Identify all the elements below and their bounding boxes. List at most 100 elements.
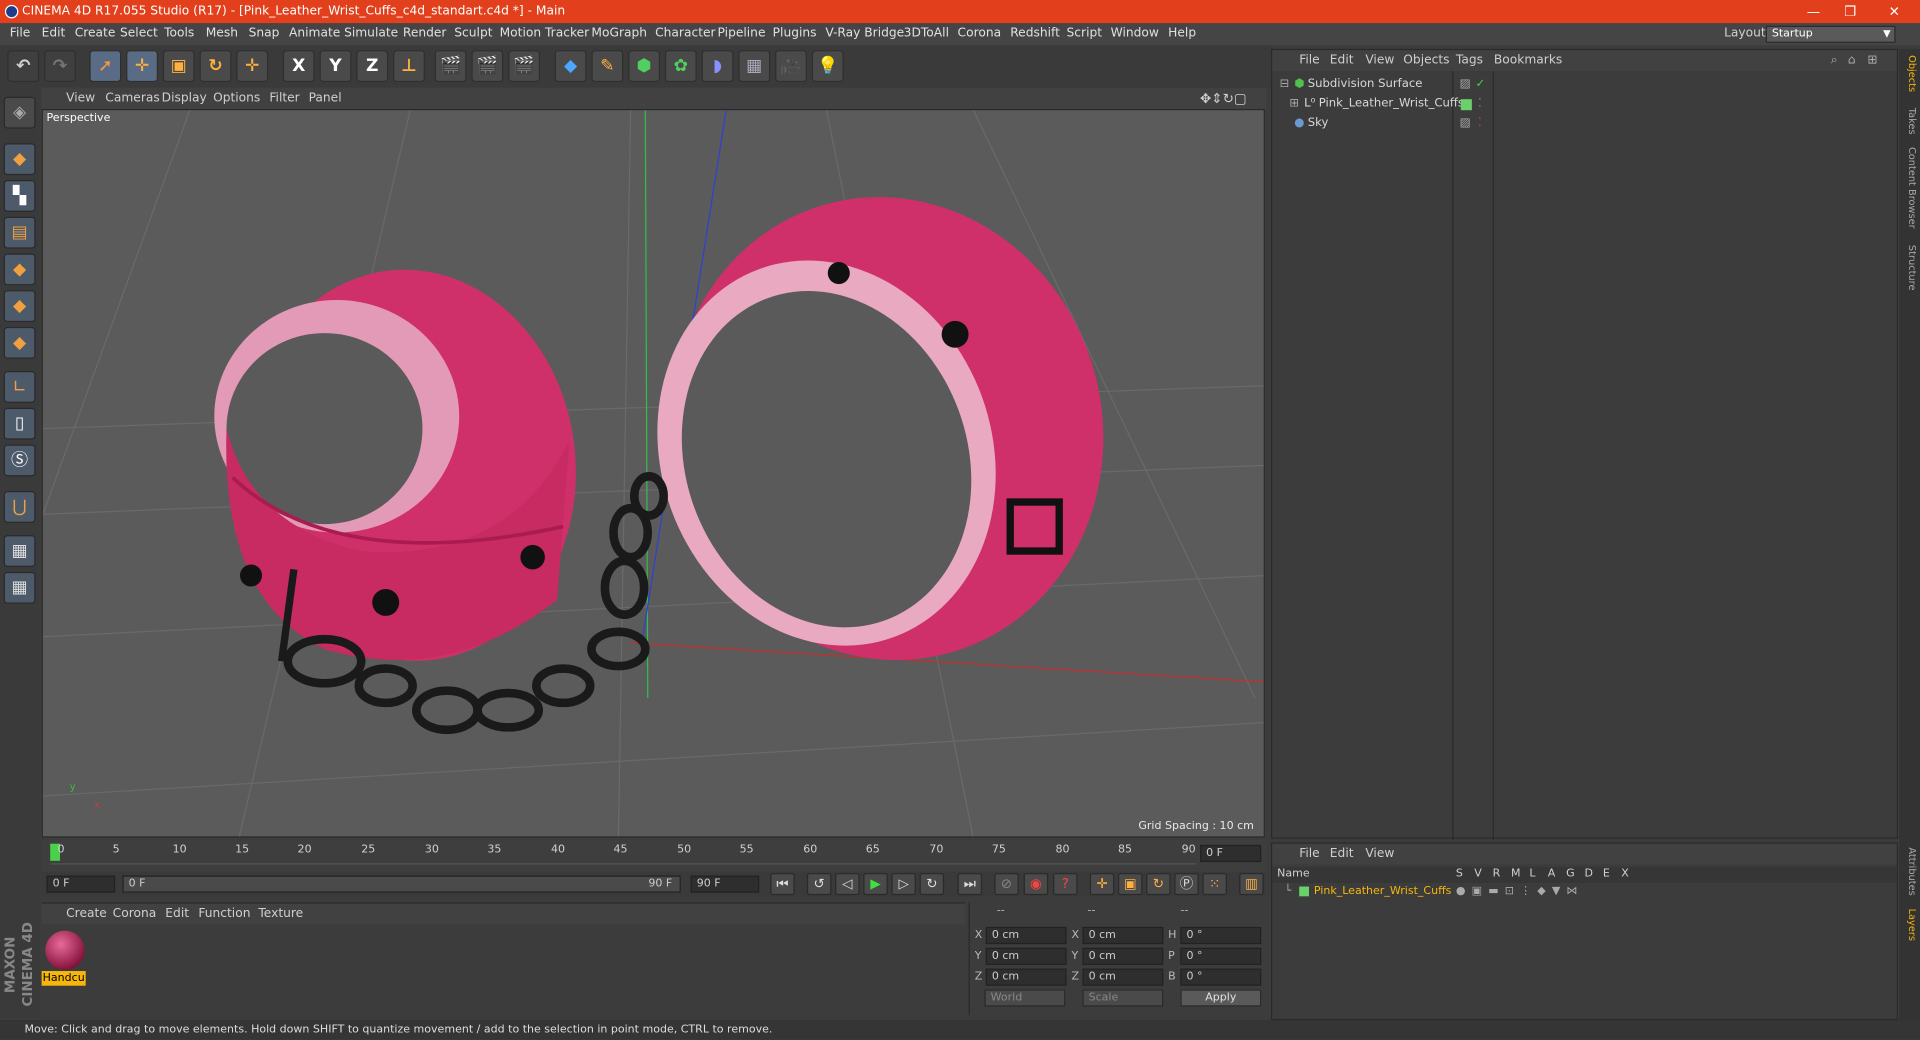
live-selection-button[interactable]: ➚ bbox=[89, 50, 122, 83]
polygons-mode-button[interactable]: ◆ bbox=[3, 326, 36, 359]
viewport-menu-cameras[interactable]: Cameras bbox=[105, 88, 159, 109]
size-x-field[interactable]: 0 cm bbox=[1082, 926, 1164, 945]
current-frame-field[interactable]: 0 F bbox=[1200, 844, 1262, 863]
coordinate-system-button[interactable]: ⊥ bbox=[393, 50, 425, 83]
tab-objects[interactable]: Objects bbox=[1902, 55, 1918, 92]
material-preview[interactable] bbox=[45, 930, 85, 970]
layer-menu-view[interactable]: View bbox=[1365, 844, 1394, 865]
maximize-button[interactable]: ❐ bbox=[1832, 0, 1869, 23]
menu-script[interactable]: Script bbox=[1067, 23, 1103, 45]
object-row-subdivision-surface[interactable]: ⊟ ⬢ Subdivision Surface ▨ ✓ bbox=[1277, 75, 1895, 93]
key-position-button[interactable]: ✛ bbox=[1089, 873, 1115, 896]
menu-mograph[interactable]: MoGraph bbox=[591, 23, 647, 45]
menu-file[interactable]: File bbox=[10, 23, 30, 45]
cube-button[interactable]: ◆ bbox=[554, 50, 587, 83]
menu-select[interactable]: Select bbox=[120, 23, 158, 45]
size-mode-select[interactable]: Scale bbox=[1082, 989, 1164, 1007]
layer-color-chip[interactable] bbox=[1460, 99, 1472, 111]
viewport-menu-panel[interactable]: Panel bbox=[309, 88, 342, 109]
pos-x-field[interactable]: 0 cm bbox=[985, 926, 1067, 945]
menu-pipeline[interactable]: Pipeline bbox=[718, 23, 766, 45]
object-menu-edit[interactable]: Edit bbox=[1330, 50, 1354, 71]
expand-toggle-icon[interactable]: ⊟ bbox=[1280, 75, 1290, 93]
expand-toggle-icon[interactable]: ⊞ bbox=[1289, 94, 1299, 112]
close-button[interactable]: ✕ bbox=[1876, 0, 1913, 23]
light-button[interactable]: 💡 bbox=[811, 50, 844, 83]
pos-y-field[interactable]: 0 cm bbox=[985, 947, 1067, 965]
next-key-button[interactable]: ↻ bbox=[919, 873, 945, 896]
viewport-menu-display[interactable]: Display bbox=[162, 88, 207, 109]
visibility-icon[interactable]: ▨ bbox=[1460, 114, 1471, 132]
layer-row[interactable]: └ Pink_Leather_Wrist_Cuffs ●▣▬⊡⋮◆▼⋈ bbox=[1272, 884, 1896, 900]
material-name-label[interactable]: Handcu bbox=[41, 971, 86, 986]
menu-redshift[interactable]: Redshift bbox=[1010, 23, 1060, 45]
menu-motion-tracker[interactable]: Motion Tracker bbox=[500, 23, 590, 45]
axis-mode-button[interactable]: ∟ bbox=[3, 371, 36, 403]
menu-tools[interactable]: Tools bbox=[164, 23, 194, 45]
timeline-ruler[interactable]: 0 5 10 15 20 25 30 35 40 45 50 55 60 65 … bbox=[41, 840, 1267, 872]
z-axis-button[interactable]: Z bbox=[356, 50, 389, 83]
menu-snap[interactable]: Snap bbox=[249, 23, 280, 45]
layer-menu-file[interactable]: File bbox=[1299, 844, 1319, 865]
menu-window[interactable]: Window bbox=[1111, 23, 1159, 45]
viewport-nav-icons[interactable]: ✥⇕↻▢ bbox=[1200, 88, 1247, 109]
menu-corona[interactable]: Corona bbox=[958, 23, 1002, 45]
menu-simulate[interactable]: Simulate bbox=[344, 23, 398, 45]
play-button[interactable]: ▶ bbox=[863, 873, 888, 896]
rotate-tool-button[interactable]: ↻ bbox=[199, 50, 232, 83]
cloner-button[interactable]: ✿ bbox=[664, 50, 697, 83]
menu-help[interactable]: Help bbox=[1168, 23, 1196, 45]
menu-render[interactable]: Render bbox=[403, 23, 447, 45]
menu-3dtoall[interactable]: 3DToAll bbox=[904, 23, 949, 45]
recent-tool-button[interactable]: ✛ bbox=[236, 50, 269, 83]
object-menu-view[interactable]: View bbox=[1365, 50, 1394, 71]
menu-mesh[interactable]: Mesh bbox=[206, 23, 238, 45]
deformer-button[interactable]: ◗ bbox=[701, 50, 734, 83]
next-frame-button[interactable]: ▷ bbox=[891, 873, 916, 896]
object-row-pink-leather-wrist-cuffs[interactable]: ⊞ L⁰ Pink_Leather_Wrist_Cuffs ⁚ bbox=[1277, 94, 1895, 112]
key-scale-button[interactable]: ▣ bbox=[1117, 873, 1143, 896]
expand-icon[interactable]: ⊞ bbox=[1867, 50, 1877, 71]
tweak-mode-button[interactable]: ▯ bbox=[3, 407, 36, 440]
model-mode-button[interactable]: ◆ bbox=[3, 143, 36, 176]
rot-h-field[interactable]: 0 ° bbox=[1180, 926, 1262, 945]
goto-start-button[interactable]: ⏮ bbox=[770, 873, 795, 896]
viewport-menu-options[interactable]: Options bbox=[213, 88, 260, 109]
layer-flag-icons[interactable]: ●▣▬⊡⋮◆▼⋈ bbox=[1456, 884, 1584, 900]
pen-spline-button[interactable]: ✎ bbox=[591, 50, 624, 83]
tab-content-browser[interactable]: Content Browser bbox=[1902, 147, 1918, 229]
subdivision-surface-button[interactable]: ⬢ bbox=[628, 50, 661, 83]
keyframe-selection-button[interactable]: ? bbox=[1053, 873, 1078, 896]
material-menu-edit[interactable]: Edit bbox=[165, 904, 189, 925]
coordinate-mode-select[interactable]: World bbox=[984, 989, 1066, 1007]
prev-key-button[interactable]: ↺ bbox=[806, 873, 832, 896]
key-pla-button[interactable]: ⁙ bbox=[1202, 873, 1227, 896]
texture-mode-button[interactable]: ▚ bbox=[3, 180, 36, 212]
material-menu-create[interactable]: Create bbox=[66, 904, 107, 925]
prev-frame-button[interactable]: ◁ bbox=[835, 873, 860, 896]
visibility-dots-icon[interactable]: ⁚ bbox=[1478, 94, 1482, 112]
search-icon[interactable]: ⌕ bbox=[1831, 50, 1838, 71]
pos-z-field[interactable]: 0 cm bbox=[985, 968, 1067, 986]
end-frame-field[interactable]: 90 F bbox=[690, 875, 760, 893]
solo-button[interactable]: Ⓢ bbox=[3, 444, 36, 477]
menu-plugins[interactable]: Plugins bbox=[773, 23, 817, 45]
menu-animate[interactable]: Animate bbox=[289, 23, 340, 45]
material-menu-corona[interactable]: Corona bbox=[113, 904, 157, 925]
rot-p-field[interactable]: 0 ° bbox=[1180, 947, 1262, 965]
tab-layers[interactable]: Layers bbox=[1902, 909, 1918, 941]
lock-workplane-button[interactable]: ▦ bbox=[3, 535, 36, 567]
make-editable-button[interactable]: ◈ bbox=[3, 96, 36, 129]
menu-character[interactable]: Character bbox=[655, 23, 715, 45]
edges-mode-button[interactable]: ◆ bbox=[3, 290, 36, 323]
workplane-mode-button[interactable]: ▤ bbox=[3, 216, 36, 249]
viewport-menu-filter[interactable]: Filter bbox=[269, 88, 299, 109]
home-icon[interactable]: ⌂ bbox=[1848, 50, 1856, 71]
menu-create[interactable]: Create bbox=[75, 23, 116, 45]
apply-button[interactable]: Apply bbox=[1180, 989, 1262, 1007]
scale-tool-button[interactable]: ▣ bbox=[162, 50, 195, 83]
size-z-field[interactable]: 0 cm bbox=[1082, 968, 1164, 986]
size-y-field[interactable]: 0 cm bbox=[1082, 947, 1164, 965]
object-menu-objects[interactable]: Objects bbox=[1403, 50, 1449, 71]
tab-takes[interactable]: Takes bbox=[1902, 108, 1918, 135]
